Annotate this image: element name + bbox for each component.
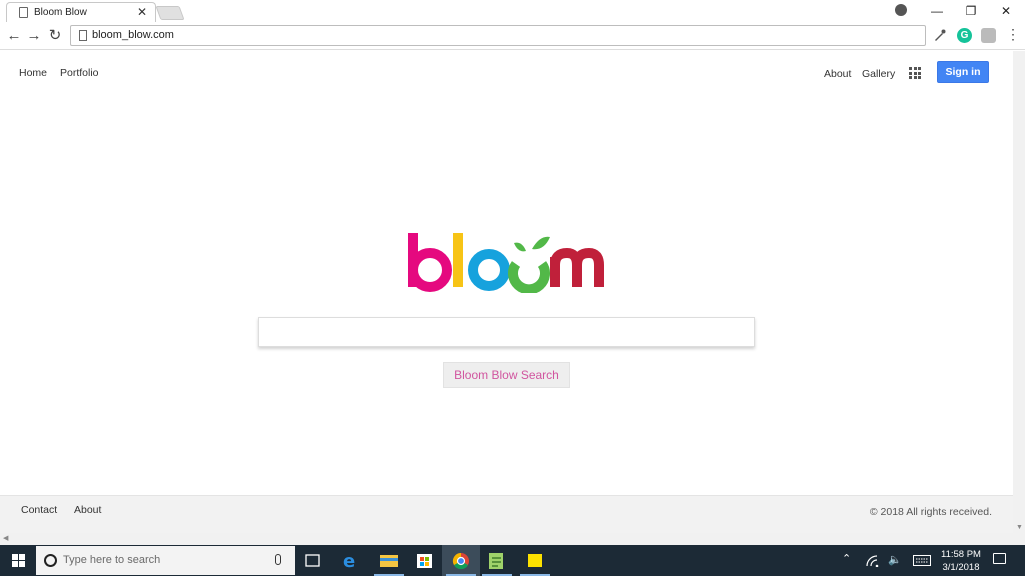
edge-icon[interactable]: e xyxy=(332,545,370,576)
address-url[interactable]: bloom_blow.com xyxy=(92,29,174,41)
browser-toolbar: ← → ↻ bloom_blow.com G ⋮ xyxy=(0,22,1025,50)
scroll-down-icon[interactable]: ▼ xyxy=(1016,524,1023,531)
profile-icon[interactable] xyxy=(895,4,907,16)
svg-text:e: e xyxy=(343,551,355,572)
bloom-logo xyxy=(408,233,604,293)
sign-in-button[interactable]: Sign in xyxy=(937,61,989,83)
tab-close-icon[interactable]: ✕ xyxy=(137,5,147,19)
file-explorer-icon[interactable] xyxy=(370,545,408,576)
bloom-blow-search-button[interactable]: Bloom Blow Search xyxy=(443,362,570,388)
extension-icon[interactable] xyxy=(981,28,996,43)
clock-date: 3/1/2018 xyxy=(942,562,980,573)
chrome-menu-icon[interactable]: ⋮ xyxy=(1006,26,1020,43)
nav-about-link[interactable]: About xyxy=(824,68,851,80)
keyboard-icon[interactable] xyxy=(913,555,931,566)
nav-gallery-link[interactable]: Gallery xyxy=(862,68,895,80)
chrome-icon[interactable] xyxy=(442,545,480,576)
back-arrow-icon[interactable]: ← xyxy=(4,26,24,46)
notepad-plus-icon[interactable] xyxy=(478,545,516,576)
minimize-button[interactable]: — xyxy=(920,0,954,22)
windows-taskbar: Type here to search e ⌃ 🔈 11:58 PM 3/1/2… xyxy=(0,545,1025,576)
vertical-scrollbar[interactable]: ▼ xyxy=(1013,51,1025,533)
clock-time: 11:58 PM xyxy=(941,549,981,560)
forward-arrow-icon[interactable]: → xyxy=(24,26,44,46)
apps-grid-icon[interactable] xyxy=(909,67,921,79)
grammarly-extension-icon[interactable]: G xyxy=(957,28,972,43)
start-button[interactable] xyxy=(0,545,36,576)
copyright-text: © 2018 All rights received. xyxy=(869,506,992,518)
store-icon[interactable] xyxy=(406,545,444,576)
page-footer: Contact About © 2018 All rights received… xyxy=(0,495,1013,533)
taskbar-search-box[interactable]: Type here to search xyxy=(36,546,295,575)
footer-contact-link[interactable]: Contact xyxy=(21,504,57,516)
footer-about-link[interactable]: About xyxy=(74,504,101,516)
cortana-icon xyxy=(44,554,57,567)
nav-portfolio-link[interactable]: Portfolio xyxy=(60,67,99,79)
scroll-left-icon[interactable]: ◀ xyxy=(3,534,8,542)
browser-tab[interactable]: Bloom Blow ✕ xyxy=(6,2,156,22)
page-info-icon[interactable] xyxy=(79,30,87,41)
sticky-notes-icon[interactable] xyxy=(516,545,554,576)
tab-title: Bloom Blow xyxy=(34,7,87,18)
page-favicon-icon xyxy=(19,7,28,18)
page-viewport: Home Portfolio About Gallery Sign in Blo… xyxy=(0,51,1013,533)
browser-title-bar: Bloom Blow ✕ — ❐ ✕ xyxy=(0,0,1025,22)
microphone-icon[interactable] xyxy=(275,554,281,565)
taskbar-clock[interactable]: 11:58 PM 3/1/2018 xyxy=(940,548,982,574)
address-bar[interactable]: bloom_blow.com xyxy=(70,25,926,46)
window-close-button[interactable]: ✕ xyxy=(989,0,1023,22)
restore-button[interactable]: ❐ xyxy=(954,0,988,22)
show-hidden-icons-chevron-icon[interactable]: ⌃ xyxy=(842,552,851,565)
horizontal-scrollbar[interactable]: ◀ xyxy=(0,533,1025,545)
new-tab-button[interactable] xyxy=(155,6,185,20)
eyedropper-extension-icon[interactable] xyxy=(932,28,947,43)
task-view-icon[interactable] xyxy=(294,545,332,576)
reload-icon[interactable]: ↻ xyxy=(45,26,65,46)
windows-logo-icon xyxy=(12,554,25,567)
action-center-icon[interactable] xyxy=(993,553,1006,564)
search-input[interactable] xyxy=(258,317,755,347)
taskbar-search-placeholder: Type here to search xyxy=(63,554,161,566)
volume-icon[interactable]: 🔈 xyxy=(888,553,902,566)
nav-home-link[interactable]: Home xyxy=(19,67,47,79)
network-icon[interactable] xyxy=(866,555,880,567)
